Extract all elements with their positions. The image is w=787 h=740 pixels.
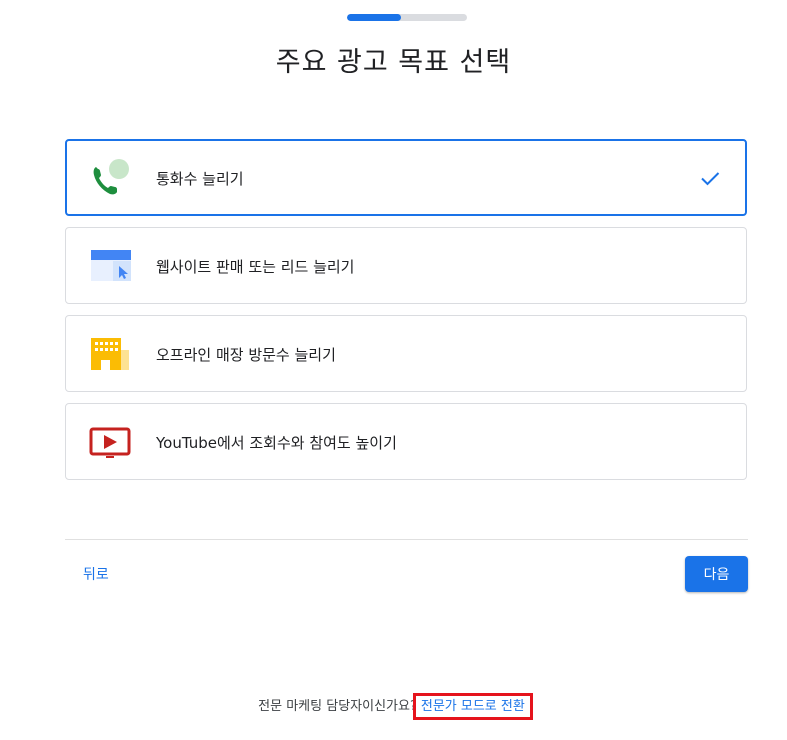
website-cursor-icon: [91, 250, 131, 281]
goal-option-store-visits[interactable]: 오프라인 매장 방문수 늘리기: [65, 315, 747, 392]
progress-bar-fill: [347, 14, 401, 21]
footer-expert-prompt: 전문 마케팅 담당자이신가요? 전문가 모드로 전환: [0, 693, 787, 720]
divider: [65, 539, 748, 540]
back-button[interactable]: 뒤로: [71, 558, 121, 590]
goal-option-label: 웹사이트 판매 또는 리드 늘리기: [156, 258, 355, 276]
switch-to-expert-mode-link[interactable]: 전문가 모드로 전환: [412, 693, 533, 720]
goal-option-calls[interactable]: 통화수 늘리기: [65, 139, 747, 216]
goal-option-youtube[interactable]: YouTube에서 조회수와 참여도 높이기: [65, 403, 747, 480]
next-button[interactable]: 다음: [685, 556, 748, 592]
goal-option-label: YouTube에서 조회수와 참여도 높이기: [156, 434, 397, 452]
page-title: 주요 광고 목표 선택: [275, 47, 512, 78]
youtube-play-icon: [89, 427, 131, 458]
goal-option-website[interactable]: 웹사이트 판매 또는 리드 늘리기: [65, 227, 747, 304]
footer-question: 전문 마케팅 담당자이신가요?: [258, 699, 417, 714]
progress-bar: [347, 14, 467, 21]
storefront-icon: [91, 338, 129, 370]
goal-option-label: 통화수 늘리기: [156, 170, 244, 188]
phone-call-icon: [93, 159, 129, 195]
goal-option-label: 오프라인 매장 방문수 늘리기: [156, 346, 336, 364]
checkmark-icon: [701, 172, 720, 186]
